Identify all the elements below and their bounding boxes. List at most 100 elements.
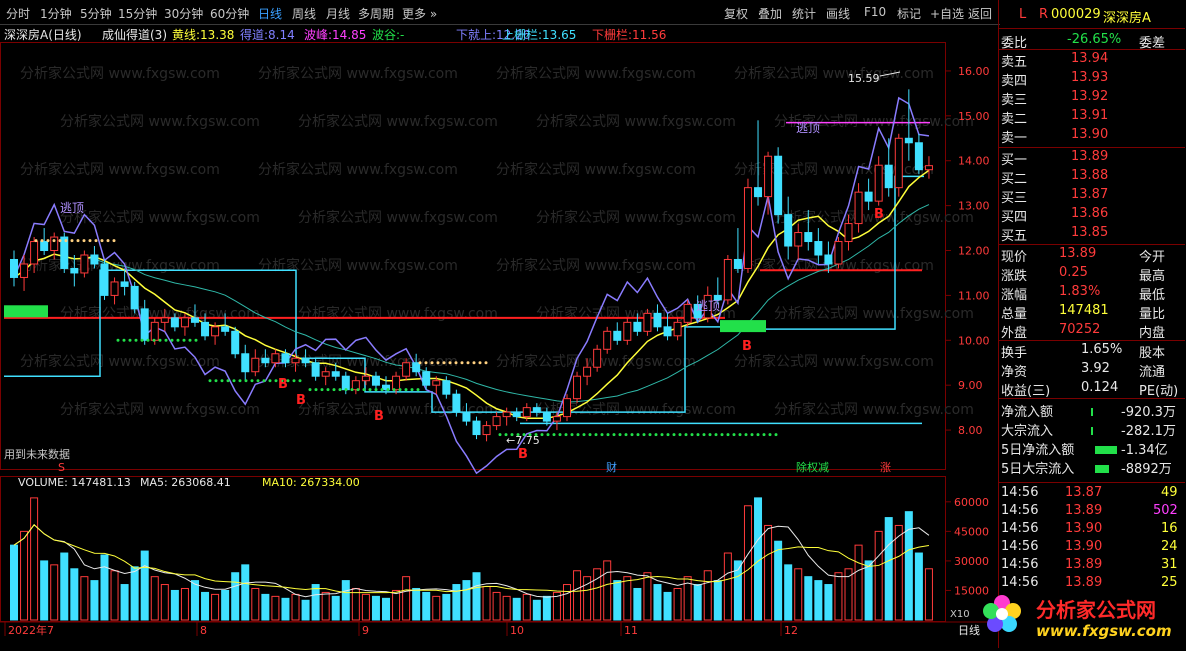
- support-dots: [164, 338, 168, 342]
- volume-bar: [854, 544, 863, 621]
- support-dots: [232, 379, 236, 383]
- support-dots: [666, 433, 670, 437]
- support-dots: [214, 379, 218, 383]
- panel-text: 5日大宗流入: [1001, 462, 1075, 477]
- panel-text: 量比: [1139, 307, 1166, 322]
- support-dots: [738, 433, 742, 437]
- volume-bar: [150, 576, 159, 621]
- resistance-dots: [430, 361, 434, 365]
- support-dots: [684, 433, 688, 437]
- watermark-text: 分析家公式网 www.fxgsw.com: [298, 209, 498, 226]
- candle-body: [20, 263, 29, 278]
- resistance-dots: [88, 239, 92, 243]
- panel-text: 0.124: [1081, 380, 1119, 395]
- volume-bar: [703, 570, 712, 621]
- escape-top-label: 逃顶: [60, 201, 84, 215]
- candle-body: [894, 137, 903, 189]
- support-dots: [552, 433, 556, 437]
- candle-body: [100, 263, 109, 296]
- signal-block-green: [720, 320, 766, 333]
- resistance-dots: [424, 361, 428, 365]
- support-dots: [720, 433, 724, 437]
- panel-text: 收益(三): [1001, 384, 1051, 399]
- volume-bar: [261, 593, 270, 621]
- resistance-dots: [94, 239, 98, 243]
- candle-body: [754, 187, 763, 198]
- volume-tick-label: 60000: [954, 496, 989, 509]
- support-dots: [326, 388, 330, 392]
- volume-bar: [794, 568, 803, 621]
- volume-bar: [472, 572, 481, 621]
- candle-body: [50, 236, 59, 252]
- quote-panel: L R 000029 深深房A 委比 -26.65% 委差 卖五 13.94 卖四 13.93 卖三 1…: [998, 0, 1186, 648]
- volume-bar: [904, 511, 913, 621]
- bid-row: 买四 13.86: [999, 205, 1185, 225]
- volume-bar: [60, 552, 69, 621]
- candle-body: [150, 321, 159, 341]
- volume-bar: [100, 554, 109, 621]
- support-dots: [262, 379, 266, 383]
- resistance-dots: [40, 239, 44, 243]
- support-dots: [350, 388, 354, 392]
- volume-bar: [291, 593, 300, 621]
- volume-bar: [110, 570, 119, 621]
- volume-unit: X10: [950, 609, 970, 620]
- support-dots: [642, 433, 646, 437]
- resistance-dots: [454, 361, 458, 365]
- candle-body: [914, 142, 923, 171]
- support-dots: [176, 338, 180, 342]
- stat2-row: 净资 3.92 流通: [999, 360, 1185, 380]
- support-dots: [498, 433, 502, 437]
- candle-body: [492, 416, 501, 427]
- tick-row: 14:56 13.89 31: [999, 556, 1185, 575]
- panel-text: 147481: [1059, 303, 1109, 318]
- watermark-text: 分析家公式网 www.fxgsw.com: [258, 65, 458, 82]
- support-dots: [540, 433, 544, 437]
- panel-text: 3.92: [1081, 361, 1110, 376]
- candle-body: [824, 254, 833, 265]
- support-dots: [762, 433, 766, 437]
- candle-body: [442, 380, 451, 395]
- volume-bar: [623, 576, 632, 621]
- kline-chart[interactable]: 分析家公式网 www.fxgsw.com 分析家公式网 www.fxgsw.com…: [0, 0, 998, 648]
- support-dots: [380, 388, 384, 392]
- volume-bar: [593, 568, 602, 621]
- support-dots: [344, 388, 348, 392]
- support-dots: [122, 338, 126, 342]
- support-dots: [356, 388, 360, 392]
- support-dots: [256, 379, 260, 383]
- volume-bar: [351, 587, 360, 621]
- resistance-dots: [82, 239, 86, 243]
- volume-bar: [462, 580, 471, 621]
- volume-ma10: MA10: 267334.00: [262, 476, 360, 489]
- watermark-text: 分析家公式网 www.fxgsw.com: [20, 353, 220, 370]
- candle-body: [573, 375, 582, 400]
- support-dots: [678, 433, 682, 437]
- panel-text: -8892万: [1121, 462, 1172, 477]
- candle-body: [643, 312, 652, 332]
- volume-bar: [120, 584, 129, 621]
- buy-mark: B: [874, 207, 884, 222]
- panel-text: 今开: [1139, 250, 1166, 265]
- volume-bar: [824, 584, 833, 621]
- flow-row: 5日净流入额 -1.34亿: [999, 438, 1185, 458]
- volume-bar: [804, 576, 813, 621]
- volume-bar: [764, 524, 773, 621]
- panel-text: 卖一: [1001, 131, 1028, 146]
- candle-body: [794, 232, 803, 247]
- tick-row: 14:56 13.90 16: [999, 520, 1185, 539]
- volume-bar: [301, 599, 310, 621]
- candle-body: [341, 375, 350, 391]
- resistance-dots: [70, 239, 74, 243]
- candle-body: [291, 357, 300, 364]
- candle-body: [432, 380, 441, 386]
- candle-body: [663, 326, 672, 337]
- price-tick-label: 10.00: [958, 334, 990, 347]
- volume-bar: [834, 572, 843, 621]
- volume-bar: [180, 587, 189, 621]
- support-dots: [146, 338, 150, 342]
- support-dots: [588, 433, 592, 437]
- candle-body: [784, 214, 793, 247]
- date-tick-label: 9: [362, 624, 369, 637]
- panel-text: 13.87: [1071, 187, 1109, 202]
